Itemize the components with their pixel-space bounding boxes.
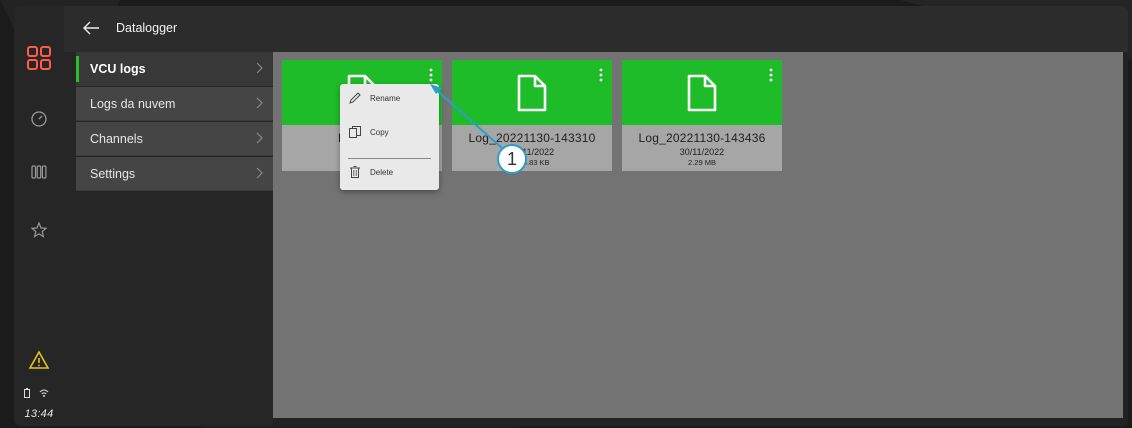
sidebar-item-label: Settings: [90, 166, 136, 181]
header-bar: Datalogger: [64, 6, 1128, 52]
file-card-header: [452, 60, 612, 125]
warning-icon[interactable]: [23, 346, 55, 374]
sidebar-item-vcu-logs[interactable]: VCU logs: [76, 52, 273, 86]
document-icon: [517, 74, 547, 112]
device-frame: 13:44 Datalogger VCU logs Logs da nuvem: [0, 0, 1132, 428]
kebab-icon[interactable]: [596, 66, 606, 84]
sidebar-item-settings[interactable]: Settings: [76, 157, 273, 191]
file-name: Log_20221130-143310: [468, 131, 596, 145]
trash-icon: [350, 166, 360, 178]
document-icon: [687, 74, 717, 112]
file-card[interactable]: Log_20221130-143310 30/11/2022 375.83 KB: [452, 60, 612, 171]
page-title: Datalogger: [116, 21, 178, 35]
copy-label: Copy: [370, 128, 389, 137]
clock: 13:44: [24, 408, 54, 420]
file-date: 30/11/2022: [679, 147, 725, 157]
file-size: 375.83 KB: [514, 158, 550, 167]
sidebar-item-logs-da-nuvem[interactable]: Logs da nuvem: [76, 87, 273, 121]
file-date: 30/11/2022: [509, 147, 555, 157]
back-arrow-icon[interactable]: [82, 21, 100, 40]
rename-menu-item[interactable]: Rename: [340, 86, 439, 112]
copy-menu-item[interactable]: Copy: [340, 120, 439, 146]
active-indicator: [76, 56, 79, 82]
chevron-right-icon: [256, 167, 263, 179]
file-context-menu: Rename Copy Delete: [340, 84, 439, 190]
chevron-right-icon: [256, 97, 263, 109]
chevron-right-icon: [256, 62, 263, 74]
file-card-header: [622, 60, 782, 125]
callout-marker: 1: [497, 144, 527, 174]
menu-divider: [348, 158, 431, 159]
columns-icon[interactable]: [23, 158, 55, 186]
kebab-icon[interactable]: [426, 66, 436, 84]
rename-label: Rename: [370, 94, 401, 103]
file-size: 2.29 MB: [688, 158, 716, 167]
star-icon[interactable]: [23, 216, 55, 244]
delete-label: Delete: [370, 168, 394, 177]
app-screen: 13:44 Datalogger VCU logs Logs da nuvem: [14, 6, 1128, 426]
home-grid-icon[interactable]: [23, 44, 55, 72]
sidebar-item-label: VCU logs: [90, 61, 146, 76]
sidebar-item-channels[interactable]: Channels: [76, 122, 273, 156]
left-rail: 13:44: [14, 6, 64, 426]
sidebar-item-label: Logs da nuvem: [90, 96, 176, 111]
sidebar-item-label: Channels: [90, 131, 143, 146]
kebab-icon[interactable]: [766, 66, 776, 84]
battery-icon: [24, 388, 30, 401]
delete-menu-item[interactable]: Delete: [340, 160, 439, 186]
copy-icon: [349, 126, 361, 138]
sidebar-menu: VCU logs Logs da nuvem Channels Settings: [64, 52, 273, 426]
file-name: Log_20221130-143436: [638, 131, 766, 145]
chevron-right-icon: [256, 132, 263, 144]
file-card[interactable]: Log_20221130-143436 30/11/2022 2.29 MB: [622, 60, 782, 171]
pencil-icon: [349, 92, 361, 104]
status-bar: [24, 388, 49, 401]
speedometer-icon[interactable]: [23, 104, 55, 132]
wifi-icon: [39, 388, 49, 401]
